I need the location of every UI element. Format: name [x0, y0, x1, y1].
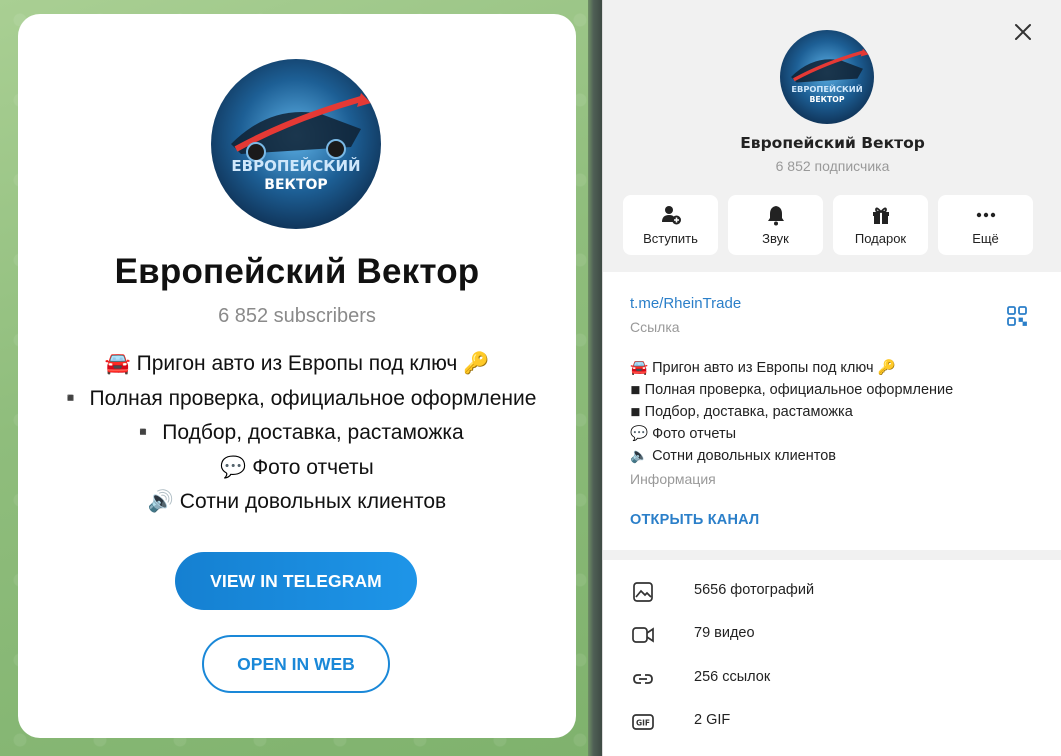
channel-avatar-small: ЕВРОПЕЙСКИЙ ВЕКТОР	[780, 30, 874, 124]
open-in-web-button[interactable]: OPEN IN WEB	[202, 635, 390, 693]
svg-text:ЕВРОПЕЙСКИЙ: ЕВРОПЕЙСКИЙ	[231, 156, 360, 175]
svg-text:ЕВРОПЕЙСКИЙ: ЕВРОПЕЙСКИЙ	[791, 83, 862, 94]
gif-count: 2 GIF	[694, 712, 731, 728]
media-photos-row[interactable]: 5656 фотографий	[603, 570, 1061, 614]
link-caption: Ссылка	[630, 319, 680, 335]
channel-avatar: ЕВРОПЕЙСКИЙ ВЕКТОР	[211, 59, 381, 229]
videos-count: 79 видео	[694, 625, 755, 641]
qr-code-icon[interactable]	[1006, 305, 1028, 327]
sound-label: Звук	[762, 231, 789, 246]
close-icon[interactable]	[1011, 20, 1035, 44]
more-icon	[938, 204, 1033, 226]
gift-label: Подарок	[854, 231, 907, 246]
description-line: 🔊 Сотни довольных клиентов	[147, 490, 447, 513]
more-label: Ещё	[972, 231, 999, 246]
panel-channel-title: Европейский Вектор	[740, 134, 925, 152]
description-line: 💬 Фото отчеты	[220, 455, 374, 479]
join-icon	[623, 204, 718, 226]
panel-header: ЕВРОПЕЙСКИЙ ВЕКТОР Европейский Вектор 6 …	[603, 0, 1061, 272]
description-line: 🔈 Сотни довольных клиентов	[630, 448, 836, 464]
sound-button[interactable]: Звук	[728, 195, 823, 255]
channel-description: 🚘 Пригон авто из Европы под ключ 🔑 ▪️ По…	[18, 347, 576, 520]
description-line: 🚘 Пригон авто из Европы под ключ 🔑	[630, 360, 896, 376]
description-line: ◾ Полная проверка, официальное оформлени…	[630, 382, 954, 398]
info-section: t.me/RheinTrade Ссылка 🚘 Пригон авто из …	[603, 272, 1061, 550]
join-button[interactable]: Вступить	[623, 195, 718, 255]
description-line: ◾ Подбор, доставка, растаможка	[630, 404, 853, 420]
video-icon	[631, 623, 655, 647]
media-videos-row[interactable]: 79 видео	[603, 613, 1061, 657]
panel-subscriber-count: 6 852 подписчика	[775, 158, 890, 174]
svg-text:ВЕКТОР: ВЕКТОР	[264, 177, 327, 193]
action-buttons: Вступить Звук Подарок Ещё	[623, 195, 1033, 255]
channel-info-panel: ЕВРОПЕЙСКИЙ ВЕКТОР Европейский Вектор 6 …	[602, 0, 1061, 756]
open-channel-button[interactable]: ОТКРЫТЬ КАНАЛ	[630, 512, 759, 528]
svg-text:ВЕКТОР: ВЕКТОР	[809, 95, 844, 104]
view-in-telegram-button[interactable]: VIEW IN TELEGRAM	[175, 552, 417, 610]
links-count: 256 ссылок	[694, 669, 771, 685]
channel-preview-card: ЕВРОПЕЙСКИЙ ВЕКТОР Европейский Вектор 6 …	[18, 14, 576, 738]
link-icon	[631, 667, 655, 691]
description-line: ▪️ Подбор, доставка, растаможка	[130, 421, 464, 444]
gift-icon	[833, 204, 928, 226]
svg-text:GIF: GIF	[636, 719, 650, 728]
bell-icon	[728, 204, 823, 226]
media-links-row[interactable]: 256 ссылок	[603, 657, 1061, 701]
subscriber-count: 6 852 subscribers	[218, 305, 376, 327]
photos-count: 5656 фотографий	[694, 582, 815, 598]
gif-icon: GIF	[631, 710, 655, 734]
photo-icon	[631, 580, 655, 604]
description-line: 🚘 Пригон авто из Европы под ключ 🔑	[104, 352, 490, 375]
panel-description: 🚘 Пригон авто из Европы под ключ 🔑 ◾ Пол…	[630, 357, 953, 467]
join-label: Вступить	[643, 231, 698, 246]
gift-button[interactable]: Подарок	[833, 195, 928, 255]
shared-media-section: 5656 фотографий 79 видео 256 ссылок GIF …	[603, 560, 1061, 756]
channel-link[interactable]: t.me/RheinTrade	[630, 295, 741, 312]
description-caption: Информация	[630, 471, 716, 487]
media-gif-row[interactable]: GIF 2 GIF	[603, 700, 1061, 744]
channel-title: Европейский Вектор	[114, 252, 480, 291]
window-divider	[588, 0, 602, 756]
description-line: 💬 Фото отчеты	[630, 426, 737, 442]
more-button[interactable]: Ещё	[938, 195, 1033, 255]
description-line: ▪️ Полная проверка, официальное оформлен…	[57, 386, 537, 410]
